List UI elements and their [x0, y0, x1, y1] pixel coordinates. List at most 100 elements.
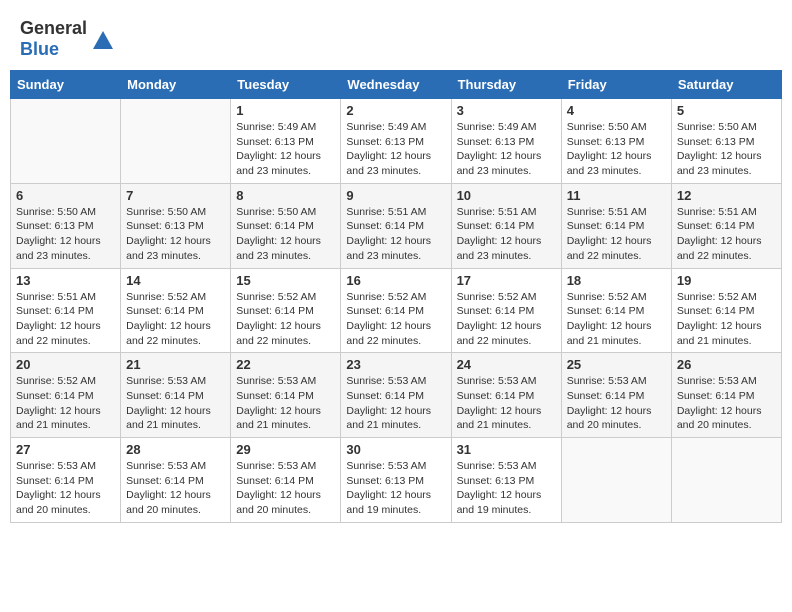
day-info: Sunrise: 5:53 AM Sunset: 6:13 PM Dayligh… [346, 459, 445, 518]
calendar-cell: 26 Sunrise: 5:53 AM Sunset: 6:14 PM Dayli… [671, 353, 781, 438]
logo-general-text: General [20, 18, 87, 38]
weekday-header-sunday: Sunday [11, 71, 121, 99]
day-number: 30 [346, 442, 445, 457]
calendar-cell: 7 Sunrise: 5:50 AM Sunset: 6:13 PM Daylig… [121, 183, 231, 268]
day-info: Sunrise: 5:49 AM Sunset: 6:13 PM Dayligh… [457, 120, 556, 179]
day-info: Sunrise: 5:51 AM Sunset: 6:14 PM Dayligh… [677, 205, 776, 264]
day-info: Sunrise: 5:53 AM Sunset: 6:14 PM Dayligh… [457, 374, 556, 433]
day-number: 12 [677, 188, 776, 203]
logo: General Blue [20, 18, 117, 60]
calendar-cell: 17Sunrise: 5:52 AM Sunset: 6:14 PM Dayli… [451, 268, 561, 353]
calendar-cell: 6Sunrise: 5:50 AM Sunset: 6:13 PM Daylig… [11, 183, 121, 268]
day-info: Sunrise: 5:50 AM Sunset: 6:14 PM Dayligh… [236, 205, 335, 264]
calendar-cell: 25 Sunrise: 5:53 AM Sunset: 6:14 PM Dayli… [561, 353, 671, 438]
calendar-cell: 1 Sunrise: 5:49 AM Sunset: 6:13 PM Daylig… [231, 99, 341, 184]
weekday-header-row: SundayMondayTuesdayWednesdayThursdayFrid… [11, 71, 782, 99]
calendar-cell: 3 Sunrise: 5:49 AM Sunset: 6:13 PM Daylig… [451, 99, 561, 184]
day-info: Sunrise: 5:49 AM Sunset: 6:13 PM Dayligh… [346, 120, 445, 179]
calendar-week-row: 6 Sunrise: 5:50 AM Sunset: 6:13 PM Daylig… [11, 183, 782, 268]
calendar-cell: 11 Sunrise: 5:51 AM Sunset: 6:14 PM Dayli… [561, 183, 671, 268]
day-number: 22 [236, 357, 335, 372]
day-info: Sunrise: 5:51 AM Sunset: 6:14 PM Dayligh… [567, 205, 666, 264]
calendar-cell: 8 Sunrise: 5:50 AM Sunset: 6:14 PM Daylig… [231, 183, 341, 268]
calendar-cell: 27 Sunrise: 5:53 AM Sunset: 6:14 PM Dayli… [11, 438, 121, 523]
day-number: 14 [126, 273, 225, 288]
day-info: Sunrise: 5:53 AM Sunset: 6:14 PM Dayligh… [567, 374, 666, 433]
day-number: 21 [126, 357, 225, 372]
day-number: 6 [16, 188, 115, 203]
calendar-week-row: 13 Sunrise: 5:51 AM Sunset: 6:14 PM Dayli… [11, 268, 782, 353]
calendar-cell: 16Sunrise: 5:52 AM Sunset: 6:14 PM Dayli… [341, 268, 451, 353]
calendar-cell: 10Sunrise: 5:51 AM Sunset: 6:14 PM Dayli… [451, 183, 561, 268]
weekday-header-wednesday: Wednesday [341, 71, 451, 99]
day-number: 23 [346, 357, 445, 372]
calendar-cell: 31Sunrise: 5:53 AM Sunset: 6:13 PM Dayli… [451, 438, 561, 523]
day-number: 26 [677, 357, 776, 372]
calendar-cell: 2 Sunrise: 5:49 AM Sunset: 6:13 PM Daylig… [341, 99, 451, 184]
calendar-cell: 22 Sunrise: 5:53 AM Sunset: 6:14 PM Dayli… [231, 353, 341, 438]
weekday-header-monday: Monday [121, 71, 231, 99]
calendar-cell: 29 Sunrise: 5:53 AM Sunset: 6:14 PM Dayli… [231, 438, 341, 523]
day-info: Sunrise: 5:50 AM Sunset: 6:13 PM Dayligh… [567, 120, 666, 179]
weekday-header-friday: Friday [561, 71, 671, 99]
calendar-cell: 13 Sunrise: 5:51 AM Sunset: 6:14 PM Dayli… [11, 268, 121, 353]
day-number: 8 [236, 188, 335, 203]
calendar-cell: 15 Sunrise: 5:52 AM Sunset: 6:14 PM Dayli… [231, 268, 341, 353]
calendar-cell: 19Sunrise: 5:52 AM Sunset: 6:14 PM Dayli… [671, 268, 781, 353]
weekday-header-tuesday: Tuesday [231, 71, 341, 99]
day-info: Sunrise: 5:52 AM Sunset: 6:14 PM Dayligh… [16, 374, 115, 433]
day-number: 18 [567, 273, 666, 288]
day-number: 10 [457, 188, 556, 203]
day-info: Sunrise: 5:50 AM Sunset: 6:13 PM Dayligh… [126, 205, 225, 264]
page-header: General Blue [10, 10, 782, 64]
calendar-cell: 23 Sunrise: 5:53 AM Sunset: 6:14 PM Dayli… [341, 353, 451, 438]
day-number: 27 [16, 442, 115, 457]
day-number: 28 [126, 442, 225, 457]
calendar-cell: 28 Sunrise: 5:53 AM Sunset: 6:14 PM Dayli… [121, 438, 231, 523]
day-info: Sunrise: 5:53 AM Sunset: 6:14 PM Dayligh… [126, 459, 225, 518]
day-number: 11 [567, 188, 666, 203]
calendar-week-row: 1 Sunrise: 5:49 AM Sunset: 6:13 PM Daylig… [11, 99, 782, 184]
day-number: 7 [126, 188, 225, 203]
calendar-cell [121, 99, 231, 184]
day-info: Sunrise: 5:53 AM Sunset: 6:14 PM Dayligh… [236, 374, 335, 433]
day-number: 15 [236, 273, 335, 288]
calendar-cell [561, 438, 671, 523]
day-info: Sunrise: 5:52 AM Sunset: 6:14 PM Dayligh… [346, 290, 445, 349]
day-info: Sunrise: 5:53 AM Sunset: 6:14 PM Dayligh… [677, 374, 776, 433]
day-info: Sunrise: 5:52 AM Sunset: 6:14 PM Dayligh… [236, 290, 335, 349]
day-number: 25 [567, 357, 666, 372]
day-info: Sunrise: 5:53 AM Sunset: 6:13 PM Dayligh… [457, 459, 556, 518]
calendar-cell [671, 438, 781, 523]
calendar-cell: 5 Sunrise: 5:50 AM Sunset: 6:13 PM Daylig… [671, 99, 781, 184]
weekday-header-saturday: Saturday [671, 71, 781, 99]
day-info: Sunrise: 5:51 AM Sunset: 6:14 PM Dayligh… [346, 205, 445, 264]
weekday-header-thursday: Thursday [451, 71, 561, 99]
calendar-cell: 14 Sunrise: 5:52 AM Sunset: 6:14 PM Dayli… [121, 268, 231, 353]
day-info: Sunrise: 5:53 AM Sunset: 6:14 PM Dayligh… [16, 459, 115, 518]
day-number: 2 [346, 103, 445, 118]
day-info: Sunrise: 5:52 AM Sunset: 6:14 PM Dayligh… [126, 290, 225, 349]
day-info: Sunrise: 5:53 AM Sunset: 6:14 PM Dayligh… [346, 374, 445, 433]
day-info: Sunrise: 5:52 AM Sunset: 6:14 PM Dayligh… [677, 290, 776, 349]
calendar-table: SundayMondayTuesdayWednesdayThursdayFrid… [10, 70, 782, 523]
logo-blue-label: Blue [20, 39, 59, 59]
day-number: 24 [457, 357, 556, 372]
calendar-week-row: 27 Sunrise: 5:53 AM Sunset: 6:14 PM Dayli… [11, 438, 782, 523]
day-number: 13 [16, 273, 115, 288]
calendar-cell: 20 Sunrise: 5:52 AM Sunset: 6:14 PM Dayli… [11, 353, 121, 438]
day-number: 29 [236, 442, 335, 457]
calendar-cell: 24 Sunrise: 5:53 AM Sunset: 6:14 PM Dayli… [451, 353, 561, 438]
day-number: 1 [236, 103, 335, 118]
day-number: 9 [346, 188, 445, 203]
day-number: 5 [677, 103, 776, 118]
day-number: 20 [16, 357, 115, 372]
day-info: Sunrise: 5:49 AM Sunset: 6:13 PM Dayligh… [236, 120, 335, 179]
calendar-cell: 12 Sunrise: 5:51 AM Sunset: 6:14 PM Dayli… [671, 183, 781, 268]
day-number: 3 [457, 103, 556, 118]
calendar-week-row: 20 Sunrise: 5:52 AM Sunset: 6:14 PM Dayli… [11, 353, 782, 438]
day-info: Sunrise: 5:53 AM Sunset: 6:14 PM Dayligh… [236, 459, 335, 518]
day-info: Sunrise: 5:50 AM Sunset: 6:13 PM Dayligh… [677, 120, 776, 179]
day-info: Sunrise: 5:51 AM Sunset: 6:14 PM Dayligh… [16, 290, 115, 349]
calendar-cell [11, 99, 121, 184]
